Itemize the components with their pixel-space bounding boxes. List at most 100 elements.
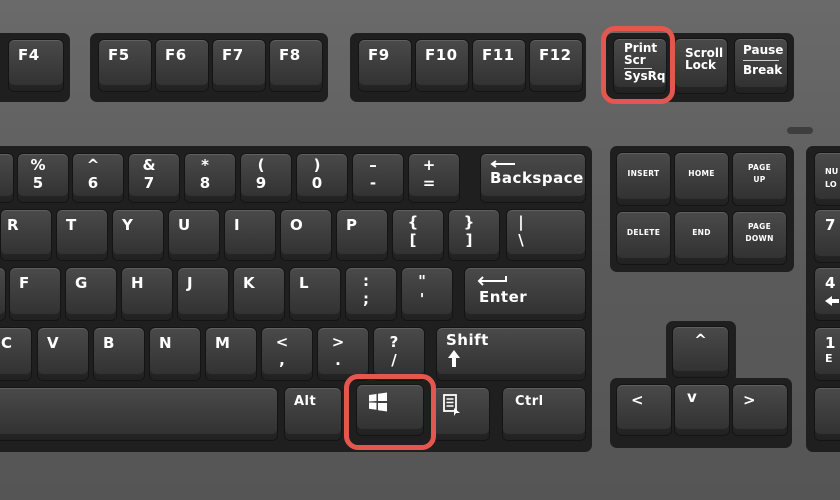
key-o-label: O xyxy=(290,216,304,234)
key-num-lock[interactable]: NU LO xyxy=(814,152,840,206)
key-enter[interactable]: Enter xyxy=(464,267,586,321)
key-h[interactable]: H xyxy=(121,267,173,321)
key-f7[interactable]: F7 xyxy=(212,39,266,92)
key-comma[interactable]: < , xyxy=(261,327,313,381)
key-i[interactable]: I xyxy=(224,209,276,261)
key-u[interactable]: U xyxy=(168,209,220,261)
key-scroll-lock[interactable]: Scroll Lock xyxy=(674,38,728,94)
key-f9[interactable]: F9 xyxy=(358,39,412,92)
insert-label: INSERT xyxy=(627,169,660,178)
key-semicolon[interactable]: : ; xyxy=(345,267,397,321)
key-minus-bottom: - xyxy=(369,174,377,192)
key-7[interactable]: & 7 xyxy=(128,153,180,203)
key-r[interactable]: R xyxy=(0,209,52,261)
page-down-line2: DOWN xyxy=(745,234,774,243)
print-screen-highlight xyxy=(601,26,675,104)
key-right-ctrl[interactable]: Ctrl xyxy=(502,387,586,441)
key-c[interactable]: C xyxy=(0,327,32,381)
key-slash[interactable]: ? / xyxy=(373,327,425,381)
key-minus[interactable]: – - xyxy=(352,153,404,203)
key-m-label: M xyxy=(215,334,231,352)
key-0[interactable]: ) 0 xyxy=(296,153,348,203)
key-d-partial[interactable] xyxy=(0,267,6,321)
ctrl-label: Ctrl xyxy=(515,394,544,409)
key-c-label: C xyxy=(1,334,13,352)
key-f11[interactable]: F11 xyxy=(472,39,526,92)
key-9-top: ( xyxy=(257,156,265,174)
key-t[interactable]: T xyxy=(56,209,108,261)
key-g[interactable]: G xyxy=(65,267,117,321)
key-page-down[interactable]: PAGE DOWN xyxy=(732,211,787,265)
key-f8-label: F8 xyxy=(279,46,301,64)
key-f6[interactable]: F6 xyxy=(155,39,209,92)
arrow-left-icon: < xyxy=(631,391,645,409)
key-n-label: N xyxy=(159,334,173,352)
key-numpad-4[interactable]: 4 xyxy=(814,267,840,321)
key-5[interactable]: % 5 xyxy=(17,153,69,203)
key-v[interactable]: V xyxy=(37,327,89,381)
key-l-label: L xyxy=(299,274,310,292)
key-left-bracket[interactable]: { [ xyxy=(392,209,444,261)
key-n[interactable]: N xyxy=(149,327,201,381)
shift-arrow-icon xyxy=(448,350,460,367)
key-numpad-0[interactable] xyxy=(814,387,840,441)
key-o[interactable]: O xyxy=(280,209,332,261)
key-8-bottom: 8 xyxy=(199,174,211,192)
key-right-alt[interactable]: Alt xyxy=(284,387,342,441)
key-minus-top: – xyxy=(369,156,377,174)
key-menu[interactable] xyxy=(432,387,490,441)
key-backslash-top: | xyxy=(518,213,524,231)
key-arrow-left[interactable]: < xyxy=(616,384,672,436)
key-numpad-7[interactable]: 7 xyxy=(814,209,840,263)
key-page-up[interactable]: PAGE UP xyxy=(732,152,787,206)
enter-arrow-icon xyxy=(477,276,507,286)
key-home[interactable]: HOME xyxy=(674,152,729,206)
key-y[interactable]: Y xyxy=(112,209,164,261)
break-line: Break xyxy=(743,63,783,77)
key-numpad-1[interactable]: 1 E xyxy=(814,327,840,381)
key-period[interactable]: > . xyxy=(317,327,369,381)
key-end[interactable]: END xyxy=(674,211,729,265)
key-f12[interactable]: F12 xyxy=(529,39,583,92)
key-p[interactable]: P xyxy=(336,209,388,261)
key-6[interactable]: ^ 6 xyxy=(72,153,124,203)
key-m[interactable]: M xyxy=(205,327,257,381)
key-insert[interactable]: INSERT xyxy=(616,152,671,206)
key-pause-break[interactable]: Pause Break xyxy=(734,38,788,94)
key-arrow-up[interactable]: ^ xyxy=(672,326,729,378)
key-f4-label: F4 xyxy=(18,46,40,64)
key-equals[interactable]: + = xyxy=(408,153,460,203)
key-backspace[interactable]: Backspace xyxy=(480,153,586,203)
key-b[interactable]: B xyxy=(93,327,145,381)
key-9[interactable]: ( 9 xyxy=(240,153,292,203)
enter-label: Enter xyxy=(479,288,528,306)
key-quote[interactable]: " ' xyxy=(401,267,453,321)
key-left-bracket-bottom: [ xyxy=(409,231,417,249)
key-f5[interactable]: F5 xyxy=(98,39,152,92)
key-f12-label: F12 xyxy=(539,46,572,64)
key-u-label: U xyxy=(178,216,191,234)
key-arrow-right[interactable]: > xyxy=(732,384,788,436)
key-spacebar[interactable] xyxy=(0,387,278,441)
key-arrow-down[interactable]: v xyxy=(674,384,730,436)
key-period-top: > xyxy=(331,333,345,351)
key-backslash[interactable]: | \ xyxy=(506,209,586,261)
key-delete[interactable]: DELETE xyxy=(616,211,671,265)
key-right-shift[interactable]: Shift xyxy=(436,327,586,381)
key-8[interactable]: * 8 xyxy=(184,153,236,203)
arrow-down-icon: v xyxy=(687,388,698,406)
key-f4[interactable]: F4 xyxy=(8,39,64,92)
key-k[interactable]: K xyxy=(233,267,285,321)
key-f[interactable]: F xyxy=(9,267,61,321)
key-5-top: % xyxy=(30,156,46,174)
delete-label: DELETE xyxy=(626,228,661,237)
arrow-up-icon: ^ xyxy=(694,331,707,349)
key-equals-top: + xyxy=(422,156,436,174)
key-f8[interactable]: F8 xyxy=(269,39,323,92)
key-f9-label: F9 xyxy=(368,46,390,64)
key-5-bottom: 5 xyxy=(32,174,44,192)
key-j[interactable]: J xyxy=(177,267,229,321)
key-l[interactable]: L xyxy=(289,267,341,321)
key-left-bracket-top: { xyxy=(407,213,419,231)
key-f10[interactable]: F10 xyxy=(415,39,469,92)
